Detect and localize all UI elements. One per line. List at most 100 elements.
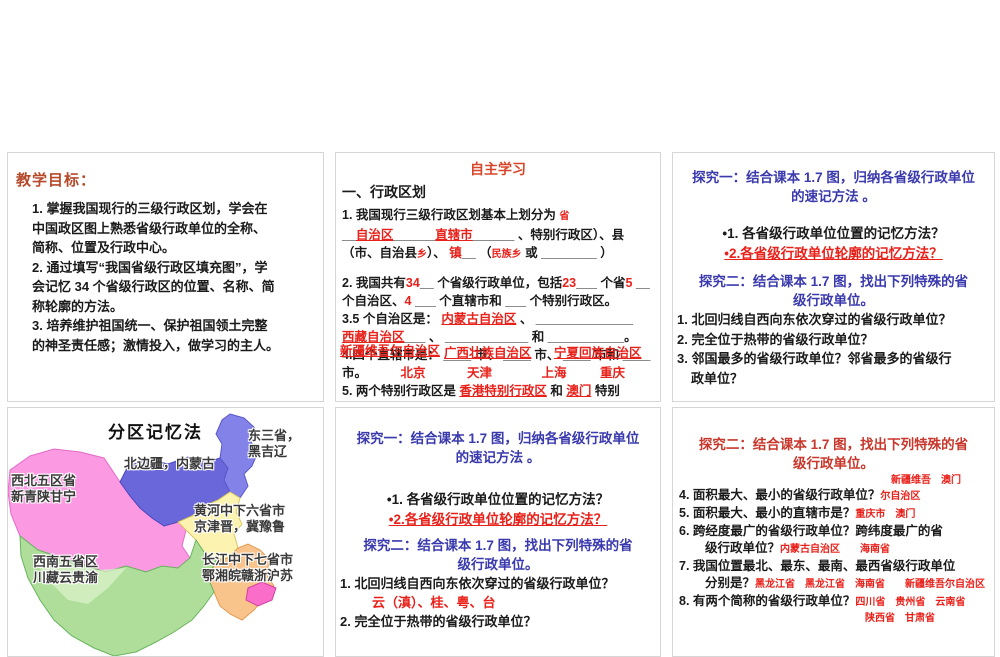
text-segment: 6. 跨经度最广的省级行政单位？跨纬度最广的省 (679, 524, 943, 538)
objective-line: 的神圣责任感；激情投入，做学习的主人。 (32, 337, 280, 353)
inquiry2-title-line2: 级行政单位。 (793, 293, 874, 308)
label-line: 北边疆，内蒙古 (124, 456, 216, 471)
city-answer: 上海 (541, 366, 567, 380)
text-segment: 8. 有两个简称的省级行政单位？ (679, 594, 856, 608)
text-segment: ___ 个直辖市和 ___ 个特别行政区。 (411, 294, 618, 308)
fill-line: 个自治区、4 ___ 个直辖市和 ___ 个特别行政区。 (342, 292, 660, 310)
text-segment: 乡 (417, 249, 428, 260)
slide-teaching-objectives: 教学目标： 1. 掌握我国现行的三级行政区划，学会在 中国政区图上熟悉省级行政单… (7, 152, 324, 402)
city-answer: 重庆 (600, 366, 626, 380)
question-4: 4. 面积最大、最小的省级行政单位？尔自治区 (679, 487, 994, 505)
text-segment: __ (342, 228, 356, 242)
slide2-inner: 自主学习 一、行政区划 1. 我国现行三级行政区划基本上划分为 省 __自治区_… (336, 161, 660, 401)
fill-line: 2. 我国共有34__ 个省级行政单位，包括23___ 个省5 __ (342, 274, 660, 292)
slide1-inner: 教学目标： 1. 掌握我国现行的三级行政区划，学会在 中国政区图上熟悉省级行政单… (8, 169, 323, 401)
inquiry2-title-line1: 探究二：结合课本 1.7 图，找出下列特殊的省 (698, 437, 969, 452)
label-southwest: 西南五省区 川藏云贵渝 (33, 554, 98, 586)
question-1: 1. 北回归线自西向东依次穿过的省级行政单位？ (340, 576, 615, 591)
slide6-body: 新疆维吾 澳门 4. 面积最大、最小的省级行政单位？尔自治区 5. 面积最大、最… (679, 475, 994, 625)
text-segment: 民族乡 (491, 249, 522, 260)
slide-special-units-answers: 探究二：结合课本 1.7 图，找出下列特殊的省 级行政单位。 新疆维吾 澳门 4… (672, 407, 995, 657)
text-segment: 5. 两个特别行政区是 (342, 384, 460, 398)
text-segment: ___ 个省 (576, 276, 626, 290)
label-line: 黄河中下六省市 (194, 503, 286, 518)
objective-line: 3. 培养维护祖国统一、保护祖国领土完整 (32, 318, 268, 333)
text-segment: __ 个省级行政单位，包括 (419, 276, 563, 290)
question-5: 5. 面积最大、最小的直辖市是？重庆市 澳门 (679, 505, 994, 523)
text-segment: 香港特别行政区 (459, 384, 547, 398)
text-segment: 或 ________ ） (521, 246, 613, 260)
inquiry1-title-line1: 探究一：结合课本 1.7 图，归纳各省级行政单位 (692, 170, 975, 185)
label-line: 西南五省区 (33, 554, 99, 569)
city-answer: 北京 (400, 366, 426, 380)
text-segment: 黑龙江省 黑龙江省 海南省 新疆维吾尔自治区 (755, 579, 986, 590)
label-yangtze: 长江中下七省市 鄂湘皖赣浙沪苏 (202, 552, 293, 584)
memory-method-item1: •1. 各省级行政单位位置的记忆方法？ (386, 492, 610, 507)
slide-inquiry-with-answers: 探究一：结合课本 1.7 图，归纳各省级行政单位 的速记方法 。 •1. 各省级… (335, 407, 661, 657)
fill-line: 1. 我国现行三级行政区划基本上划分为 省 (342, 206, 660, 226)
inquiry1-title-line2: 的速记方法 。 (455, 450, 541, 465)
text-segment: 4. 面积最大、最小的省级行政单位？ (679, 488, 881, 502)
inquiry2-title-line2: 级行政单位。 (793, 456, 874, 471)
text-segment: 自治区 (355, 228, 394, 242)
text-segment: 23 (562, 276, 577, 290)
fill-line: （市、自治县乡）、 镇__ （民族乡 或 ________ ） (342, 244, 660, 264)
text-segment: 分别是？ (705, 576, 756, 590)
label-northwest: 西北五区省 新青陕甘宁 (11, 473, 76, 505)
question-7-line1: 7. 我国位置最北、最东、最南、最西省级行政单位 (679, 558, 994, 575)
text-segment: 2. 我国共有 (342, 276, 406, 290)
slide6-inner: 探究二：结合课本 1.7 图，找出下列特殊的省 级行政单位。 新疆维吾 澳门 4… (673, 408, 994, 656)
text-segment: 、 ______________ (516, 312, 634, 326)
label-line: 长江中下七省市 (202, 552, 294, 567)
text-segment: 镇 (449, 246, 462, 260)
text-segment: 四川省 贵州省 云南省 (855, 597, 966, 608)
memory-method-item1: •1. 各省级行政单位位置的记忆方法？ (722, 226, 945, 241)
map-title: 分区记忆法 (108, 423, 203, 442)
text-segment: 直辖市 (435, 228, 473, 242)
text-segment: 级行政单位？ (705, 541, 781, 555)
question-6-line1: 6. 跨经度最广的省级行政单位？跨纬度最广的省 (679, 523, 994, 540)
fill-line: 5. 两个特别行政区是 香港特别行政区 和 澳门 特别 (342, 382, 660, 400)
text-segment: 陕西省 甘肃省 (865, 613, 935, 624)
label-northeast: 东三省， 黑吉辽 (248, 428, 300, 460)
slide-self-study: 自主学习 一、行政区划 1. 我国现行三级行政区划基本上划分为 省 __自治区_… (335, 152, 661, 402)
line-prefix: 市。 (342, 366, 368, 380)
text-segment: 7. 我国位置最北、最东、最南、最西省级行政单位 (679, 559, 956, 573)
question-1: 1. 北回归线自西向东依次穿过的省级行政单位？ (677, 312, 952, 327)
slide-inquiry-questions: 探究一：结合课本 1.7 图，归纳各省级行政单位 的速记方法 。 •1. 各省级… (672, 152, 995, 402)
text-segment: 个自治区、 (342, 294, 405, 308)
inquiry2-title-line2: 级行政单位。 (457, 557, 539, 572)
municipalities-overlap-line: 4.四个直辖市是： ____ 市、 ____ 市、 ____ 市和 ____ 新… (340, 344, 660, 364)
fill-line: 3.5 个自治区是： 内蒙古自治区 、 ______________ (342, 310, 660, 328)
text-segment: ）、 (427, 246, 450, 260)
slide1-body: 1. 掌握我国现行的三级行政区划，学会在 中国政区图上熟悉省级行政单位的全称、 … (32, 199, 319, 355)
text-segment: 澳门 (566, 384, 592, 398)
answer-overlay: 宁夏回族自治区 (554, 346, 642, 360)
answer-4-overflow: 新疆维吾 澳门 (891, 475, 961, 486)
inquiry1-title-line1: 探究一：结合课本 1.7 图，归纳各省级行政单位 (356, 431, 640, 446)
question-6-line2: 级行政单位？内蒙古自治区 海南省 (679, 540, 994, 558)
label-line: 西北五区省 (11, 473, 77, 488)
question-8: 8. 有两个简称的省级行政单位？四川省 贵州省 云南省 (679, 593, 994, 611)
text-segment: （市、自治县 (342, 246, 418, 260)
label-line: 东三省， (248, 428, 301, 443)
objective-line: 1. 掌握我国现行的三级行政区划，学会在 (32, 201, 268, 216)
answer-8-line2-cutoff: 陕西省 甘肃省 (679, 611, 994, 625)
label-line: 鄂湘皖赣浙沪苏 (202, 568, 294, 583)
question-7-line2: 分别是？黑龙江省 黑龙江省 海南省 新疆维吾尔自治区 (679, 575, 994, 593)
inquiry1-title-line2: 的速记方法 。 (791, 189, 876, 204)
fill-line: __自治区______直辖市______ 、特别行政区）、县 (342, 226, 660, 244)
city-answer: 天津 (467, 366, 493, 380)
inquiry2-title-line1: 探究二：结合课本 1.7 图，找出下列特殊的省 (363, 538, 633, 553)
question-2: 2. 完全位于热带的省级行政单位？ (677, 331, 874, 347)
slide5-inner: 探究一：结合课本 1.7 图，归纳各省级行政单位 的速记方法 。 •1. 各省级… (336, 408, 660, 656)
label-yellow-river: 黄河中下六省市 京津晋，冀豫鲁 (194, 503, 285, 535)
text-segment: 特别 (591, 384, 620, 398)
objective-line: 中国政区图上熟悉省级行政单位的全称、 (32, 220, 267, 236)
text-segment: 3.5 个自治区是： (342, 312, 442, 326)
text-segment: ______ 、特别行政区）、县 (472, 228, 625, 242)
memory-method-item2: •2.各省级行政单位轮廓的记忆方法？ (388, 512, 608, 527)
answer-overlay: 新疆维吾尔自治区 (340, 344, 441, 358)
slide4-inner: 分区记忆法 东三省， 黑吉辽 北边疆，内蒙古 西北五区省 新青陕甘宁 黄河中下六… (8, 408, 323, 656)
inquiry2-title-line1: 探究二：结合课本 1.7 图，找出下列特殊的省 (698, 274, 969, 289)
